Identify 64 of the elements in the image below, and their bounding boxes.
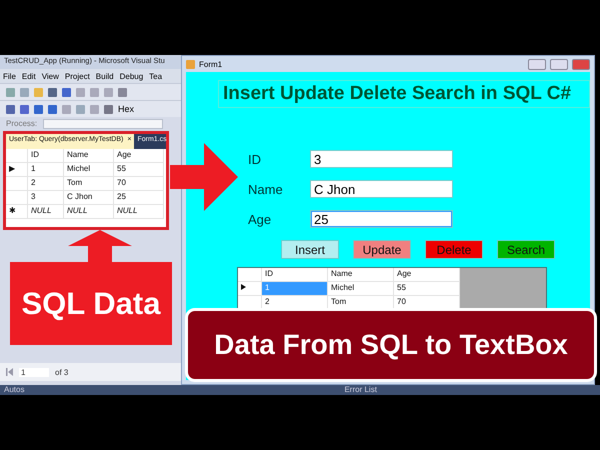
menu-item[interactable]: Build xyxy=(96,72,114,80)
app-icon xyxy=(186,60,195,68)
action-button[interactable]: Update xyxy=(353,240,411,259)
field-label: Name xyxy=(248,182,284,196)
row-marker xyxy=(6,177,28,191)
form-heading: Insert Update Delete Search in SQL C# xyxy=(218,80,590,108)
grid-corner xyxy=(6,149,28,163)
data-callout: Data From SQL to TextBox xyxy=(185,308,597,382)
arrow-up-icon xyxy=(68,230,132,262)
row-marker: ✱ xyxy=(6,205,28,219)
minimize-button[interactable] xyxy=(528,58,546,70)
table-cell: NULL xyxy=(28,205,64,219)
column-header[interactable]: Name xyxy=(64,149,114,163)
action-button[interactable]: Insert xyxy=(281,240,339,259)
table-cell: 1 xyxy=(262,282,328,296)
arrow-right-icon xyxy=(170,143,238,211)
first-record-icon[interactable] xyxy=(6,368,13,376)
table-cell: 1 xyxy=(28,163,64,177)
menu-item[interactable]: View xyxy=(42,72,59,80)
column-header[interactable]: ID xyxy=(28,149,64,163)
hex-button[interactable]: Hex xyxy=(118,104,134,114)
record-count: of 3 xyxy=(55,368,68,376)
grid-corner xyxy=(238,268,262,282)
current-row-icon xyxy=(241,284,246,290)
table-cell: Michel xyxy=(64,163,114,177)
menu-item[interactable]: Project xyxy=(64,72,90,80)
table-cell: 55 xyxy=(394,282,460,296)
maximize-button[interactable] xyxy=(550,58,568,70)
input-field[interactable]: 25 xyxy=(310,210,453,228)
process-label: Process: xyxy=(6,119,38,128)
row-marker xyxy=(6,191,28,205)
close-button[interactable] xyxy=(572,58,590,70)
table-cell: 2 xyxy=(28,177,64,191)
position-field[interactable]: 1 xyxy=(19,368,49,376)
table-cell: NULL xyxy=(114,205,164,219)
row-marker: ▶ xyxy=(6,163,28,177)
table-cell: 55 xyxy=(114,163,164,177)
column-header[interactable]: Age xyxy=(114,149,164,163)
column-header[interactable]: Name xyxy=(328,268,394,282)
panel-tab[interactable]: Autos xyxy=(4,385,24,395)
table-cell: C Jhon xyxy=(64,191,114,205)
window-title: Form1 xyxy=(199,60,222,68)
menu-item[interactable]: File xyxy=(3,72,16,80)
input-field[interactable]: 3 xyxy=(310,150,453,168)
field-label: ID xyxy=(248,152,262,166)
menu-item[interactable]: Edit xyxy=(22,72,36,80)
table-cell: 3 xyxy=(28,191,64,205)
column-header[interactable]: Age xyxy=(394,268,460,282)
panel-tab[interactable]: Error List xyxy=(344,385,377,395)
input-field[interactable]: C Jhon xyxy=(310,180,453,198)
field-label: Age xyxy=(248,212,272,226)
process-dropdown[interactable] xyxy=(43,118,164,128)
table-cell: 70 xyxy=(114,177,164,191)
table-cell: NULL xyxy=(64,205,114,219)
table-cell: Michel xyxy=(328,282,394,296)
row-header[interactable] xyxy=(238,282,262,296)
menu-item[interactable]: Debug xyxy=(120,72,144,80)
action-button[interactable]: Search xyxy=(497,240,555,259)
table-cell: 25 xyxy=(114,191,164,205)
column-header[interactable]: ID xyxy=(262,268,328,282)
sql-data-callout: SQL Data xyxy=(10,262,172,345)
table-cell: Tom xyxy=(64,177,114,191)
menu-item[interactable]: Tea xyxy=(149,72,162,80)
action-button[interactable]: Delete xyxy=(425,240,483,259)
